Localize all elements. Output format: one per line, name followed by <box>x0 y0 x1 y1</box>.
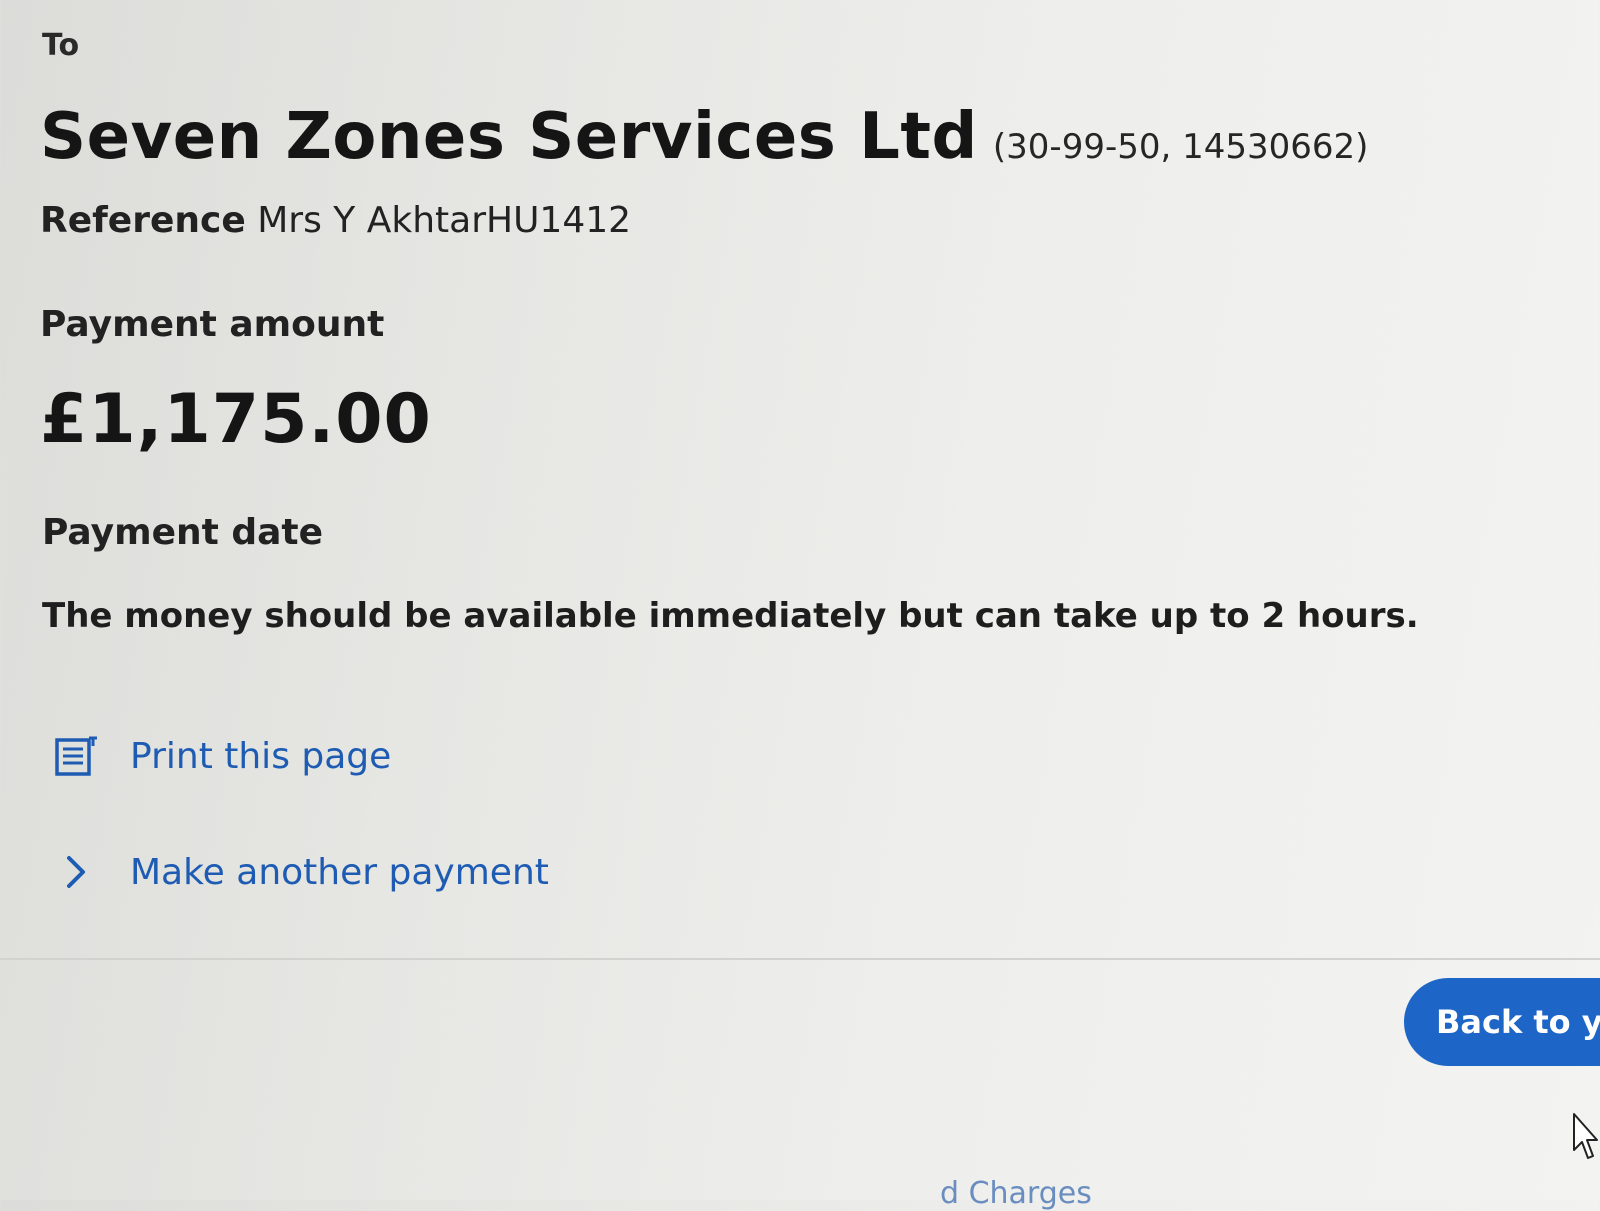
to-label: To <box>42 28 80 63</box>
print-page-link[interactable]: Print this page <box>52 732 391 780</box>
payee-name: Seven Zones Services Ltd <box>40 100 978 174</box>
payment-date-value: The money should be available immediatel… <box>42 596 1419 636</box>
reference-row: Reference Mrs Y AkhtarHU1412 <box>40 200 631 241</box>
chevron-right-icon <box>52 848 100 896</box>
make-another-payment-link[interactable]: Make another payment <box>52 848 549 896</box>
payment-amount-value: £1,175.00 <box>40 380 432 459</box>
print-page-label: Print this page <box>130 735 392 777</box>
payment-confirmation-page: To Seven Zones Services Ltd (30-99-50, 1… <box>0 0 1600 1211</box>
back-to-account-button[interactable]: Back to yo <box>1404 978 1600 1066</box>
fees-and-charges-link[interactable]: d Charges <box>940 1176 1092 1211</box>
payee-account-details: (30-99-50, 14530662) <box>992 127 1369 167</box>
make-another-payment-label: Make another payment <box>130 851 549 893</box>
reference-label: Reference <box>40 200 246 241</box>
reference-value: Mrs Y AkhtarHU1412 <box>257 200 632 241</box>
mouse-cursor-icon <box>1573 1113 1598 1159</box>
section-divider <box>0 958 1600 960</box>
payment-amount-label: Payment amount <box>40 304 385 345</box>
document-icon <box>52 732 100 780</box>
payment-date-label: Payment date <box>42 512 324 553</box>
payee-details: Seven Zones Services Ltd (30-99-50, 1453… <box>40 100 1368 174</box>
